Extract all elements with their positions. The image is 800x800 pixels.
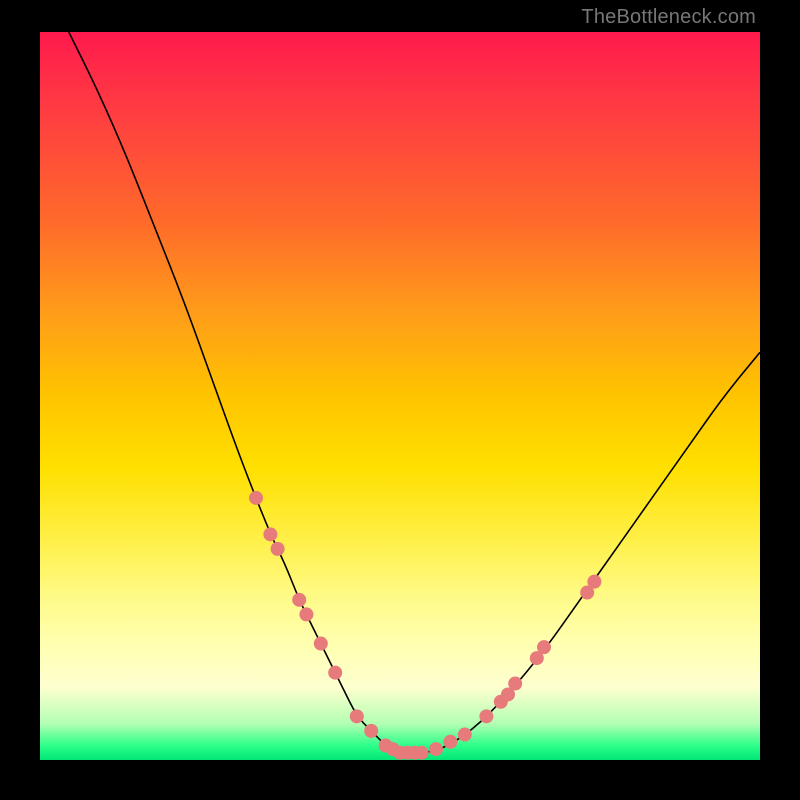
bottleneck-curve [69, 32, 760, 753]
data-marker [587, 575, 601, 589]
data-marker [292, 593, 306, 607]
marker-group [249, 491, 601, 760]
data-marker [364, 724, 378, 738]
data-marker [263, 527, 277, 541]
chart-frame: TheBottleneck.com [0, 0, 800, 800]
data-marker [443, 735, 457, 749]
data-marker [299, 607, 313, 621]
data-marker [249, 491, 263, 505]
data-marker [415, 746, 429, 760]
data-marker [537, 640, 551, 654]
data-marker [479, 709, 493, 723]
data-marker [328, 666, 342, 680]
watermark-text: TheBottleneck.com [581, 6, 756, 29]
data-marker [458, 728, 472, 742]
curve-svg [40, 32, 760, 760]
data-marker [271, 542, 285, 556]
data-marker [314, 637, 328, 651]
data-marker [429, 742, 443, 756]
data-marker [508, 677, 522, 691]
plot-area [40, 32, 760, 760]
data-marker [350, 709, 364, 723]
